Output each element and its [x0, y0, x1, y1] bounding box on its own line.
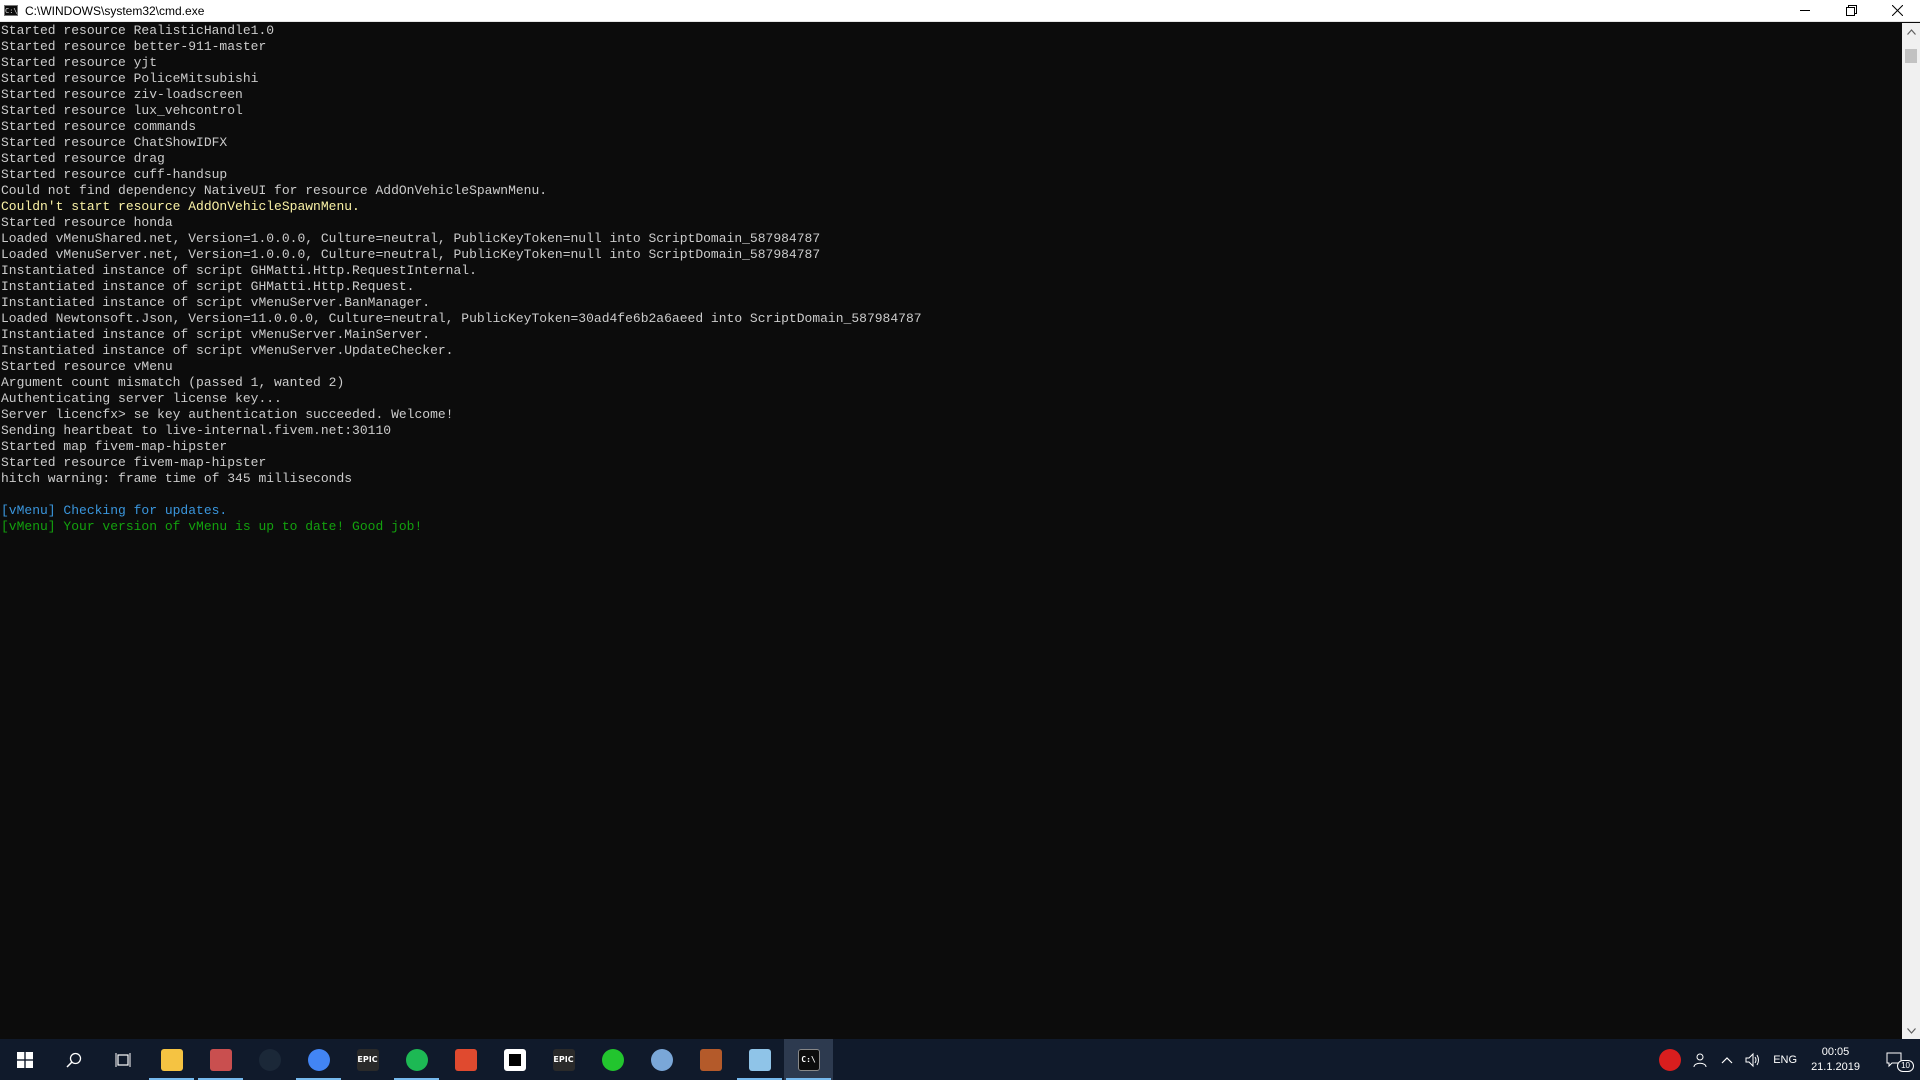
console-line: Server licencfx> se key authentication s… — [1, 407, 454, 422]
cmd-app-icon: C:\ — [4, 5, 18, 16]
taskbar-app-green-cloud-app[interactable] — [588, 1039, 637, 1080]
chevron-up-icon — [1721, 1056, 1733, 1063]
console-line: Loaded vMenuServer.net, Version=1.0.0.0,… — [1, 247, 821, 262]
taskbar-app-chrome[interactable] — [294, 1039, 343, 1080]
system-tray: ENG 00:05 21.1.2019 10 — [1653, 1039, 1920, 1080]
people-button[interactable] — [1687, 1039, 1715, 1080]
scroll-thumb[interactable] — [1905, 49, 1917, 63]
console-line: hitch warning: frame time of 345 millise… — [1, 471, 353, 486]
console-line: Started resource PoliceMitsubishi — [1, 71, 259, 86]
window-title-bar[interactable]: C:\ C:\WINDOWS\system32\cmd.exe — [0, 0, 1920, 22]
console-line: Started resource yjt — [1, 55, 158, 70]
taskbar-app-epic-games[interactable]: EPIC — [343, 1039, 392, 1080]
scroll-down-button[interactable] — [1902, 1022, 1920, 1039]
minimize-button[interactable] — [1782, 0, 1828, 22]
console-line: Started resource ziv-loadscreen — [1, 87, 243, 102]
chevron-down-icon — [1906, 1027, 1916, 1034]
close-icon — [1891, 5, 1903, 16]
console-line: Authenticating server license key... — [1, 391, 282, 406]
green-cloud-app-icon — [601, 1048, 624, 1071]
console-line: Loaded vMenuShared.net, Version=1.0.0.0,… — [1, 231, 821, 246]
console-line: Could not find dependency NativeUI for r… — [1, 183, 548, 198]
taskbar-app-notepad[interactable] — [735, 1039, 784, 1080]
console-line: Sending heartbeat to live-internal.fivem… — [1, 423, 392, 438]
windows-logo-icon — [16, 1051, 33, 1068]
console-output[interactable]: Started resource RealisticHandle1.0 Start… — [0, 23, 1902, 1039]
console-line: [vMenu] Checking for updates. — [1, 503, 228, 518]
taskbar-app-spotify[interactable] — [392, 1039, 441, 1080]
start-button[interactable] — [0, 1039, 49, 1080]
chevron-up-icon — [1906, 28, 1916, 35]
mail-app-icon — [209, 1048, 232, 1071]
taskbar-app-cmd[interactable]: C:\ — [784, 1039, 833, 1080]
volume-button[interactable] — [1739, 1039, 1767, 1080]
chrome-icon — [307, 1048, 330, 1071]
game-app-icon — [699, 1048, 722, 1071]
clock-time: 00:05 — [1821, 1045, 1850, 1058]
red-app-icon — [454, 1048, 477, 1071]
task-view-button[interactable] — [98, 1039, 147, 1080]
action-center-button[interactable]: 10 — [1868, 1039, 1920, 1080]
epic-games-2-icon: EPIC — [552, 1048, 575, 1071]
vertical-scrollbar[interactable] — [1902, 23, 1920, 1039]
task-view-icon — [115, 1052, 130, 1067]
epic-games-icon: EPIC — [356, 1048, 379, 1071]
restore-button[interactable] — [1828, 0, 1874, 22]
taskbar-app-epic-games-2[interactable]: EPIC — [539, 1039, 588, 1080]
console-line: Instantiated instance of script GHMatti.… — [1, 263, 477, 278]
taskbar-app-mail-app[interactable] — [196, 1039, 245, 1080]
scroll-up-button[interactable] — [1902, 23, 1920, 40]
restore-icon — [1845, 5, 1857, 16]
taskbar: EPIC EPIC C:\ ENG 00:05 21.1.2019 10 — [0, 1039, 1920, 1080]
console-line: Instantiated instance of script vMenuSer… — [1, 295, 431, 310]
console-line: Instantiated instance of script vMenuSer… — [1, 343, 454, 358]
console-line: Started resource vMenu — [1, 359, 173, 374]
console-line: Started resource ChatShowIDFX — [1, 135, 228, 150]
sync-app-icon — [650, 1048, 673, 1071]
notepad-icon — [748, 1048, 771, 1071]
console-line: Instantiated instance of script vMenuSer… — [1, 327, 431, 342]
language-indicator[interactable]: ENG — [1767, 1039, 1803, 1080]
steam-icon — [258, 1048, 281, 1071]
notification-count-badge: 10 — [1897, 1060, 1914, 1072]
window-title: C:\WINDOWS\system32\cmd.exe — [25, 3, 205, 18]
file-explorer-icon — [160, 1048, 183, 1071]
taskbar-app-file-explorer[interactable] — [147, 1039, 196, 1080]
taskbar-apps: EPIC EPIC C:\ — [147, 1039, 833, 1080]
console-line: Started resource RealisticHandle1.0 — [1, 23, 275, 38]
minimize-icon — [1799, 10, 1810, 11]
taskbar-app-red-app[interactable] — [441, 1039, 490, 1080]
taskbar-app-game-app[interactable] — [686, 1039, 735, 1080]
taskbar-app-sync-app[interactable] — [637, 1039, 686, 1080]
console-line: Started resource better-911-master — [1, 39, 267, 54]
console-line: Loaded Newtonsoft.Json, Version=11.0.0.0… — [1, 311, 922, 326]
close-button[interactable] — [1874, 0, 1920, 22]
console-line: Started resource honda — [1, 215, 173, 230]
console-line: Instantiated instance of script GHMatti.… — [1, 279, 415, 294]
console-line: Couldn't start resource AddOnVehicleSpaw… — [1, 199, 360, 214]
console-line: Started resource cuff-handsup — [1, 167, 228, 182]
show-hidden-icons-button[interactable] — [1715, 1039, 1739, 1080]
red-circle-icon — [1659, 1048, 1682, 1071]
console-line: Argument count mismatch (passed 1, wante… — [1, 375, 345, 390]
search-icon — [65, 1052, 81, 1068]
spotify-icon — [405, 1048, 428, 1071]
people-icon — [1693, 1053, 1707, 1067]
cmd-icon: C:\ — [797, 1048, 820, 1071]
clock-date: 21.1.2019 — [1811, 1060, 1860, 1073]
console-line: [vMenu] Your version of vMenu is up to d… — [1, 519, 423, 534]
console-line: Started map fivem-map-hipster — [1, 439, 228, 454]
console-line: Started resource commands — [1, 119, 197, 134]
console-line: Started resource drag — [1, 151, 165, 166]
console-line: Started resource lux_vehcontrol — [1, 103, 243, 118]
taskbar-app-black-square-app[interactable] — [490, 1039, 539, 1080]
tray-app-red[interactable] — [1653, 1039, 1687, 1080]
black-square-app-icon — [503, 1048, 526, 1071]
taskbar-app-steam[interactable] — [245, 1039, 294, 1080]
console-line: Started resource fivem-map-hipster — [1, 455, 267, 470]
search-button[interactable] — [49, 1039, 98, 1080]
speaker-icon — [1745, 1052, 1760, 1067]
clock[interactable]: 00:05 21.1.2019 — [1803, 1039, 1868, 1080]
